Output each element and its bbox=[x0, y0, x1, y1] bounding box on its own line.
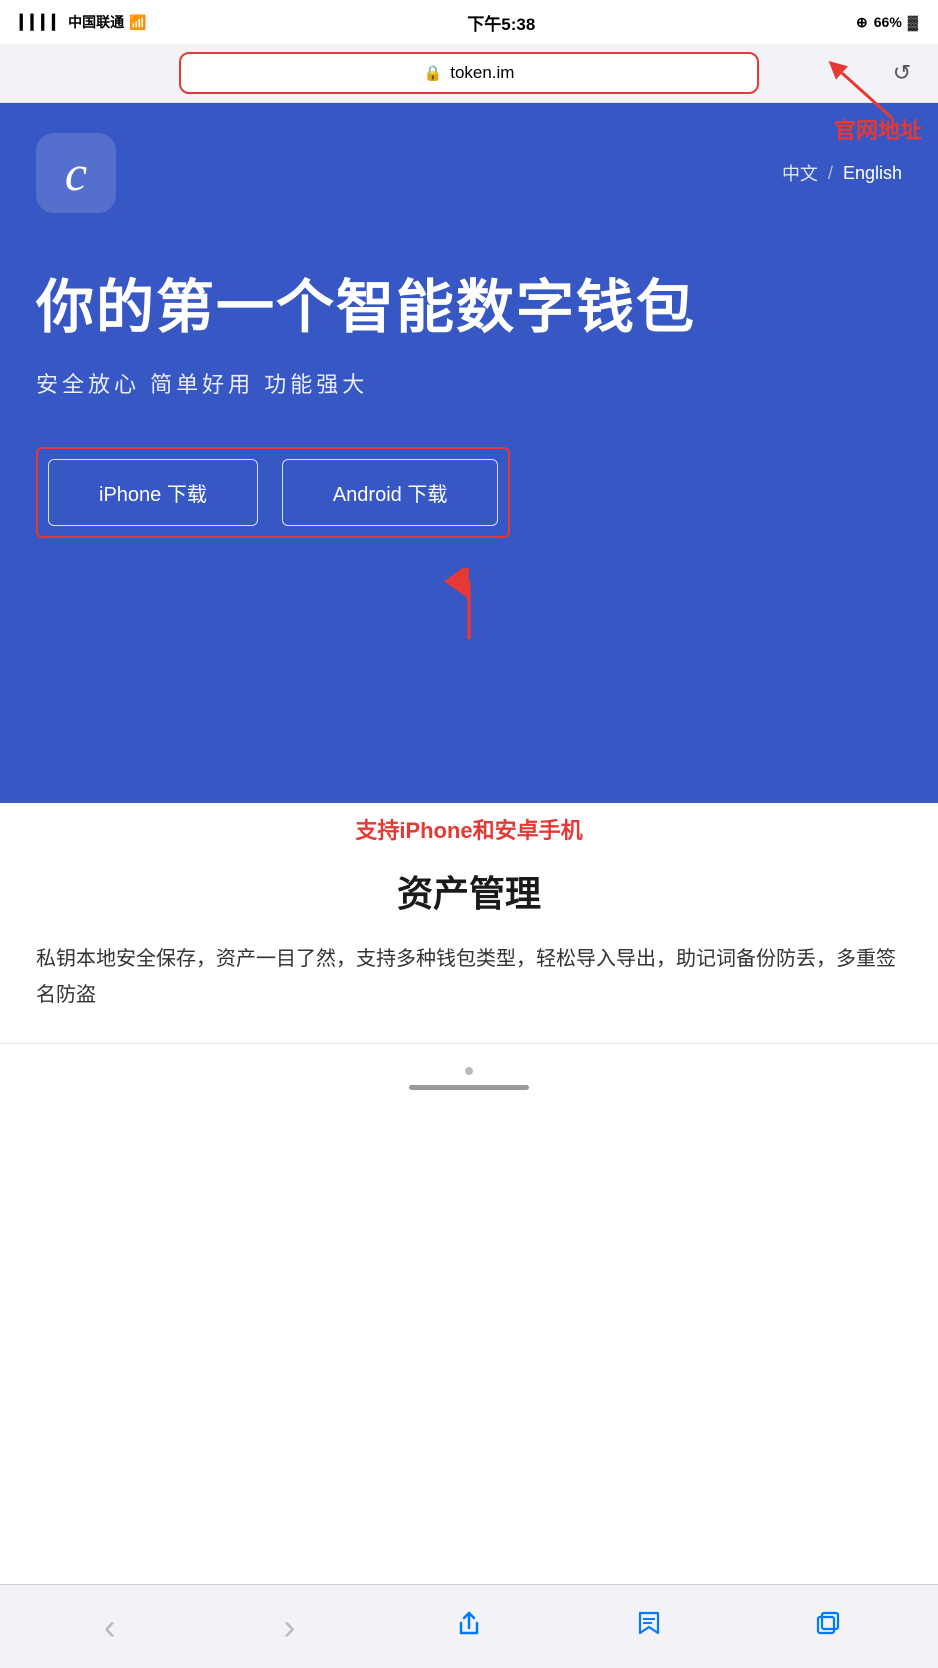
status-time: 下午5:38 bbox=[467, 10, 535, 35]
safari-bottom-nav: ‹ › bbox=[0, 1584, 938, 1668]
official-label-annotation: 官网地址 bbox=[834, 113, 922, 145]
back-icon: ‹ bbox=[104, 1606, 116, 1648]
lang-divider: / bbox=[828, 163, 833, 184]
status-left: ▎▎▎▎ 中国联通 📶 bbox=[20, 12, 147, 32]
lang-en-button[interactable]: English bbox=[843, 163, 902, 184]
download-buttons-group: iPhone 下载 Android 下载 bbox=[36, 447, 510, 538]
scroll-dot bbox=[465, 1067, 473, 1075]
battery-label: 66% bbox=[874, 14, 902, 30]
hero-subtitle: 安全放心 简单好用 功能强大 bbox=[36, 367, 902, 399]
tabs-button[interactable] bbox=[803, 1602, 853, 1652]
hero-section: 官网地址 c 中文 / English 你的第一个智能数字钱包 安全放心 简单好… bbox=[0, 103, 938, 803]
status-bar: ▎▎▎▎ 中国联通 📶 下午5:38 ⊕ 66% ▓ bbox=[0, 0, 938, 44]
battery-icon: ▓ bbox=[908, 14, 918, 30]
upper-right-arrow-icon bbox=[822, 58, 912, 128]
hero-title: 你的第一个智能数字钱包 bbox=[36, 273, 902, 343]
up-arrow-icon bbox=[439, 568, 499, 648]
home-indicator bbox=[409, 1085, 529, 1090]
section-title: 资产管理 bbox=[36, 865, 902, 917]
content-section: 资产管理 私钥本地安全保存，资产一目了然，支持多种钱包类型，轻松导入导出，助记词… bbox=[0, 845, 938, 1043]
hero-nav: c 中文 / English bbox=[36, 133, 902, 213]
share-button[interactable] bbox=[444, 1602, 494, 1652]
tabs-icon bbox=[814, 1609, 842, 1644]
signal-bars-icon: ▎▎▎▎ bbox=[20, 14, 63, 31]
browser-bar: 🔒 token.im ↺ bbox=[0, 44, 938, 103]
location-icon: ⊕ bbox=[856, 14, 868, 31]
carrier-label: 中国联通 bbox=[68, 12, 124, 32]
lock-icon: 🔒 bbox=[424, 64, 443, 82]
home-area bbox=[0, 1043, 938, 1123]
wifi-icon: 📶 bbox=[129, 14, 146, 31]
language-switcher[interactable]: 中文 / English bbox=[782, 160, 902, 186]
forward-button[interactable]: › bbox=[264, 1602, 314, 1652]
share-icon bbox=[455, 1609, 483, 1644]
status-right: ⊕ 66% ▓ bbox=[856, 14, 918, 31]
iphone-download-button[interactable]: iPhone 下载 bbox=[48, 459, 258, 526]
bookmarks-icon bbox=[635, 1609, 663, 1644]
up-arrow-annotation bbox=[36, 568, 902, 648]
forward-icon: › bbox=[283, 1606, 295, 1648]
url-bar[interactable]: 🔒 token.im bbox=[179, 52, 759, 94]
android-download-button[interactable]: Android 下载 bbox=[282, 459, 499, 526]
section-body: 私钥本地安全保存，资产一目了然，支持多种钱包类型，轻松导入导出，助记词备份防丢，… bbox=[36, 941, 902, 1013]
support-annotation: 支持iPhone和安卓手机 bbox=[0, 803, 938, 845]
url-text: token.im bbox=[450, 63, 514, 83]
lang-cn-button[interactable]: 中文 bbox=[782, 160, 818, 186]
logo-symbol: c bbox=[65, 144, 87, 202]
back-button[interactable]: ‹ bbox=[85, 1602, 135, 1652]
logo: c bbox=[36, 133, 116, 213]
bookmarks-button[interactable] bbox=[624, 1602, 674, 1652]
